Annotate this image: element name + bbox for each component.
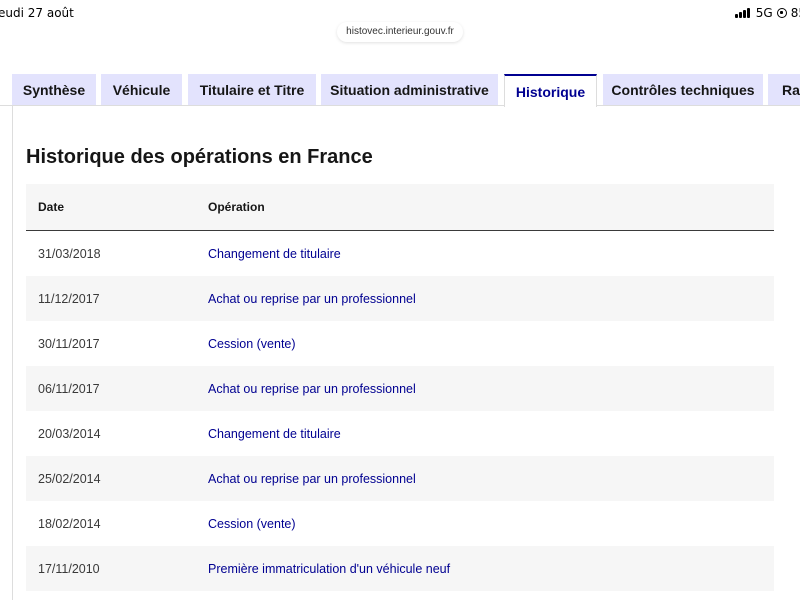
history-table: Date Opération 31/03/2018 Changement de … (26, 184, 774, 591)
tab-situation-administrative[interactable]: Situation administrative (321, 74, 498, 105)
row-date: 20/03/2014 (38, 426, 101, 441)
table-row: 25/02/2014 Achat ou reprise par un profe… (26, 456, 774, 501)
rotation-lock-icon (776, 8, 787, 18)
row-operation: Cession (vente) (208, 336, 296, 351)
row-date: 17/11/2010 (38, 561, 100, 576)
tab-vehicule[interactable]: Véhicule (101, 74, 182, 105)
tab-controles-techniques[interactable]: Contrôles techniques (603, 74, 763, 105)
url-bar[interactable]: histovec.interieur.gouv.fr (337, 22, 463, 42)
table-row: 06/11/2017 Achat ou reprise par un profe… (26, 366, 774, 411)
tab-panel-border (0, 105, 800, 106)
tab-rapport[interactable]: Rap (768, 74, 800, 105)
battery-label: 85 (790, 6, 800, 20)
row-operation: Achat ou reprise par un professionnel (208, 291, 416, 306)
panel-border-left (12, 106, 13, 600)
table-row: 18/02/2014 Cession (vente) (26, 501, 774, 546)
signal-icon (734, 8, 750, 18)
row-date: 25/02/2014 (38, 471, 101, 486)
row-date: 11/12/2017 (38, 291, 100, 306)
status-datetime: eudi 27 août (0, 6, 74, 20)
status-indicators: 5G 85 (734, 6, 800, 20)
tab-historique[interactable]: Historique (504, 74, 597, 107)
table-row: 20/03/2014 Changement de titulaire (26, 411, 774, 456)
row-date: 30/11/2017 (38, 336, 100, 351)
row-operation: Changement de titulaire (208, 426, 341, 441)
tab-synthese[interactable]: Synthèse (12, 74, 96, 105)
tab-titulaire-et-titre[interactable]: Titulaire et Titre (188, 74, 316, 105)
network-label: 5G (755, 6, 773, 20)
table-row: 30/11/2017 Cession (vente) (26, 321, 774, 366)
row-operation: Achat ou reprise par un professionnel (208, 381, 416, 396)
row-date: 06/11/2017 (38, 381, 100, 396)
section-title: Historique des opérations en France (26, 146, 373, 168)
row-date: 18/02/2014 (38, 516, 101, 531)
row-operation: Première immatriculation d'un véhicule n… (208, 561, 451, 576)
tab-bar: Synthèse Véhicule Titulaire et Titre Sit… (0, 74, 800, 107)
header-date: Date (38, 200, 65, 214)
row-operation: Cession (vente) (208, 516, 296, 531)
row-operation: Achat ou reprise par un professionnel (208, 471, 416, 486)
row-operation: Changement de titulaire (208, 246, 341, 261)
row-date: 31/03/2018 (38, 246, 101, 261)
table-row: 17/11/2010 Première immatriculation d'un… (26, 546, 774, 591)
header-operation: Opération (208, 200, 265, 214)
table-header: Date Opération (26, 184, 774, 231)
table-row: 31/03/2018 Changement de titulaire (26, 231, 774, 276)
table-row: 11/12/2017 Achat ou reprise par un profe… (26, 276, 774, 321)
page: eudi 27 août 5G 85 histovec.interieur.go… (0, 0, 800, 600)
